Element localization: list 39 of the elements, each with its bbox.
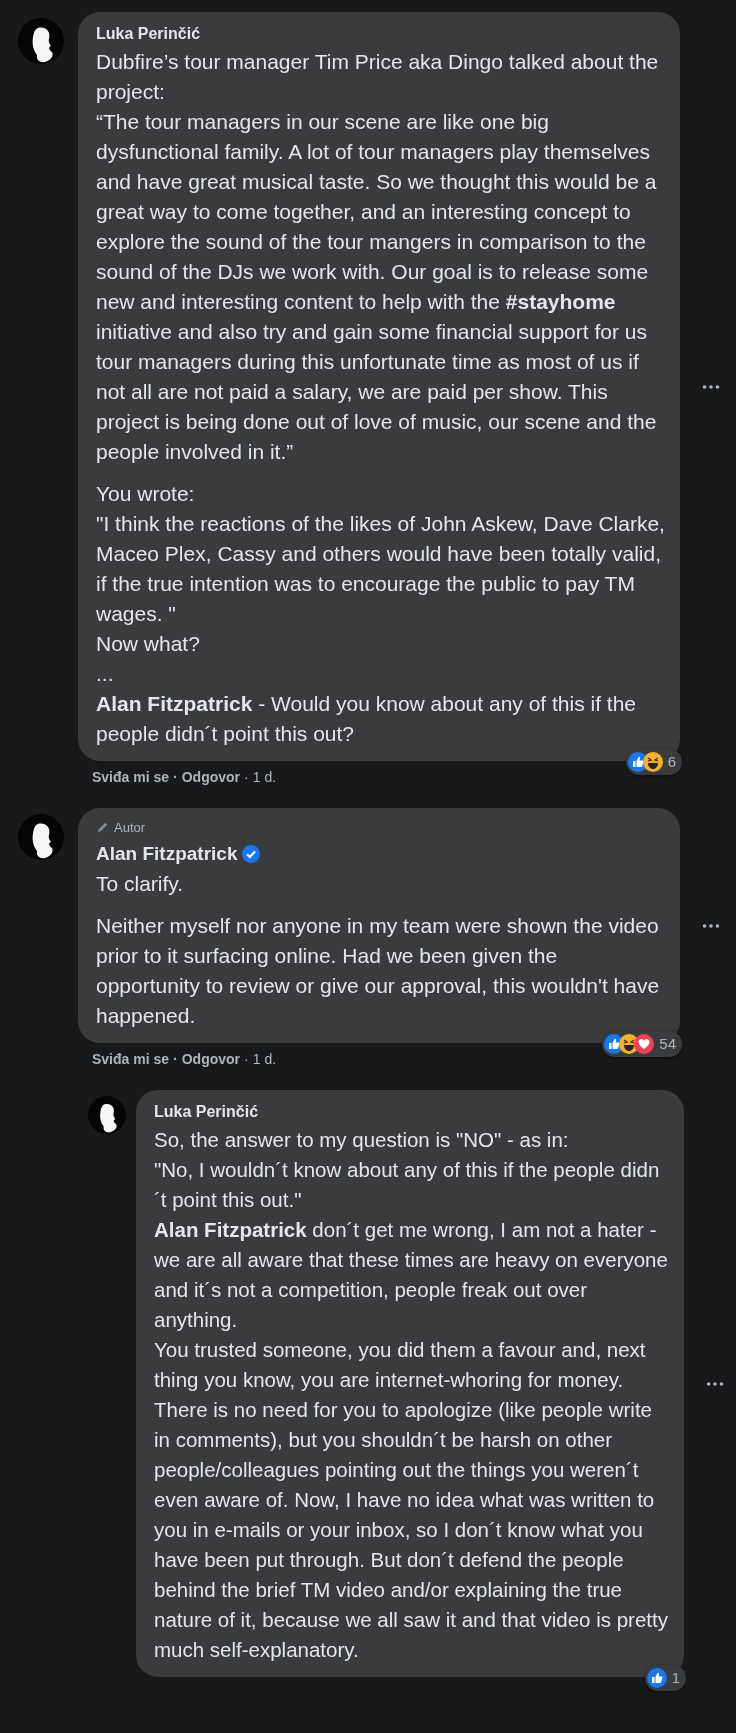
timestamp[interactable]: 1 d.: [252, 1049, 277, 1070]
author-name[interactable]: Alan Fitzpatrick: [96, 839, 238, 868]
comment-text: “The tour managers in our scene are like one big dysfunctional family. A lot of tour managers play themselves and have great musical taste. So we thought this would be a great way to come together, and an interesting concept to explore the sound of the tour mangers in comparison to the sound of the DJs we work with. Our goal is to release some new and interesting content to help with the #stayhome initiative and also try and gain some financial support for us tour managers during this unfortunate time as most of us if not all are not paid a salary, we are paid per show. This project is being done out of love of music, our scene and the people involved in it.”: [96, 109, 658, 465]
comment-text: So, the answer to my question is "NO" - as in:: [154, 1127, 570, 1153]
comment-text: You wrote:: [96, 481, 196, 507]
like-icon: [646, 1667, 667, 1688]
reactions-summary[interactable]: 6: [625, 748, 682, 775]
reaction-count: 54: [659, 1033, 676, 1054]
reaction-count: 6: [667, 751, 676, 772]
comment-text: Dubfire’s tour manager Tim Price aka Dingo talked about the project:: [96, 49, 660, 105]
comment-text: Now what?: [96, 631, 201, 657]
reply-link[interactable]: Odgovor: [181, 1049, 241, 1070]
comment-text: ...: [96, 661, 115, 687]
author-name[interactable]: Luka Perinčić: [154, 1100, 259, 1124]
reply-link[interactable]: Odgovor: [181, 767, 241, 788]
comment-text: Alan Fitzpatrick - Would you know about any of this if the people didn´t point this out?: [96, 691, 638, 747]
comment-text: "I think the reactions of the likes of John Askew, Dave Clarke, Maceo Plex, Cassy and others would have been totally valid, if the true intention was to encourage the public to pay TM wages. ": [96, 511, 666, 627]
separator-dot: ·: [173, 768, 178, 787]
author-role-label: Autor: [114, 819, 146, 837]
like-link[interactable]: Sviđa mi se: [92, 767, 170, 788]
like-link[interactable]: Sviđa mi se: [92, 1049, 170, 1070]
reactions-summary[interactable]: 1: [644, 1664, 686, 1691]
timestamp[interactable]: 1 d.: [252, 767, 277, 788]
comment-text: Neither myself nor anyone in my team were shown the video prior to it surfacing online. Had we been given the opportunity to review or give our approval, this wouldn't have happened.: [96, 913, 661, 1029]
avatar[interactable]: [88, 1096, 126, 1134]
pencil-icon: [96, 821, 109, 835]
avatar[interactable]: [18, 814, 64, 860]
comment-text: "No, I wouldn´t know about any of this if the people didn´t point this out.": [154, 1157, 661, 1213]
reactions-summary[interactable]: 54: [602, 1030, 682, 1057]
comment-text: Alan Fitzpatrick don´t get me wrong, I am not a hater - we are all aware that these times are heavy on everyone and it´s not a competition, people freak out over anything.: [154, 1217, 669, 1333]
comment-text: To clarify.: [96, 871, 185, 897]
laughing-emoji-icon: [642, 751, 663, 772]
separator-dot: ·: [244, 768, 249, 787]
comment-text: You trusted someone, you did them a favour and, next thing you know, you are internet-whoring for money. There is no need for you to apologize (like people write in comments), but you shouldn´t be harsh on other people/colleagues pointing out the things you weren´t even aware of. Now, I have no idea what was written to you in e-mails or your inbox, so I don´t know what you have been put through. But don´t defend the people behind the brief TM video and/or explaining the true nature of it, because we all saw it and that video is pretty much self-explanatory.: [154, 1337, 669, 1663]
separator-dot: ·: [244, 1050, 249, 1069]
avatar[interactable]: [18, 18, 64, 64]
reaction-count: 1: [671, 1667, 680, 1688]
separator-dot: ·: [173, 1050, 178, 1069]
author-name[interactable]: Luka Perinčić: [96, 22, 201, 46]
